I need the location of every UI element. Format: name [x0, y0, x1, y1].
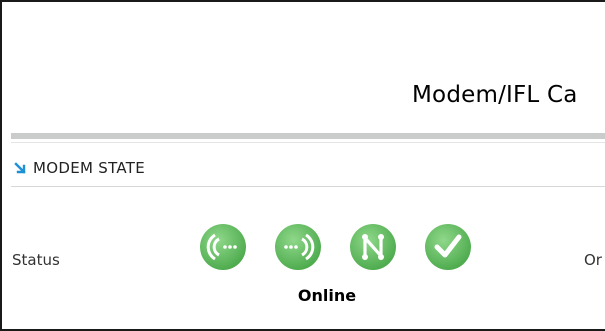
modem-state-section-header[interactable]: MODEM STATE — [13, 157, 145, 179]
network-icon — [349, 223, 397, 271]
status-label: Status — [12, 251, 60, 269]
section-heading: MODEM STATE — [33, 159, 146, 177]
app-frame: Modem/IFL Ca MODEM STATE Status Online O… — [0, 0, 605, 331]
status-value: Online — [297, 286, 357, 305]
expand-arrow-icon — [14, 162, 26, 174]
transmit-signal-icon — [274, 223, 322, 271]
online-check-icon — [424, 223, 472, 271]
section-divider — [11, 186, 605, 187]
page-title: Modem/IFL Ca — [412, 82, 578, 108]
title-divider-thin — [11, 142, 605, 143]
status-right-value: Or — [584, 251, 602, 269]
title-divider — [11, 133, 605, 139]
receive-signal-icon — [199, 223, 247, 271]
